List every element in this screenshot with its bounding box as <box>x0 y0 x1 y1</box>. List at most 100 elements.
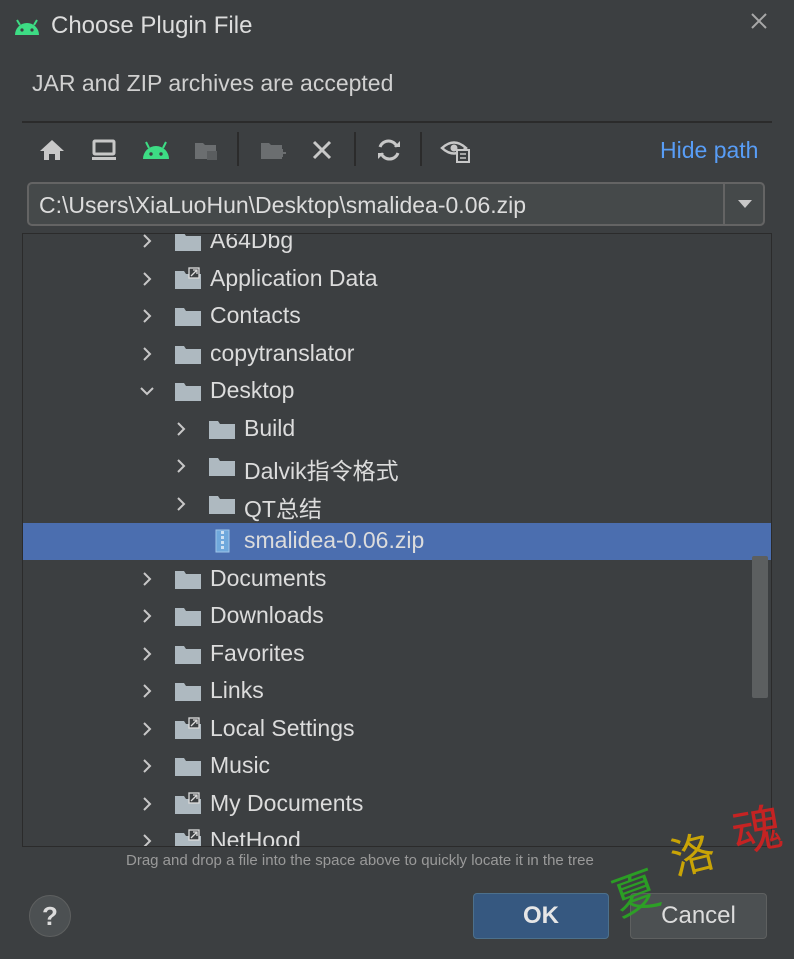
chevron-right-icon[interactable] <box>171 456 191 476</box>
home-button[interactable] <box>30 128 74 172</box>
chevron-right-icon[interactable] <box>137 719 157 739</box>
tree-row[interactable]: Music <box>23 748 771 785</box>
path-combobox <box>27 182 765 226</box>
tree-row-label: Desktop <box>210 377 295 403</box>
tree-row-label: Favorites <box>210 639 305 666</box>
chevron-right-icon[interactable] <box>137 269 157 289</box>
tree-row[interactable]: Links <box>23 673 771 710</box>
tree-row-label: smalidea-0.06.zip <box>244 527 425 553</box>
project-button[interactable] <box>134 128 178 172</box>
folder-link-icon <box>175 791 201 814</box>
desktop-button[interactable] <box>82 128 126 172</box>
help-button[interactable]: ? <box>29 895 71 937</box>
folder-icon <box>175 758 201 776</box>
chevron-right-icon[interactable] <box>137 794 157 814</box>
refresh-icon <box>378 139 400 161</box>
show-hidden-button[interactable] <box>434 128 478 172</box>
chevron-right-icon[interactable] <box>171 419 191 439</box>
folder-icon <box>175 570 201 589</box>
tree-row[interactable]: A64Dbg <box>23 233 771 260</box>
module-button[interactable] <box>184 128 228 172</box>
tree-row-label: My Documents <box>210 789 364 816</box>
desktop-icon <box>92 139 116 160</box>
folder-icon <box>175 345 201 364</box>
title-bar: Choose Plugin File <box>0 0 794 56</box>
folder-icon <box>175 308 201 326</box>
path-input[interactable] <box>39 190 719 220</box>
chevron-down-icon[interactable] <box>137 381 157 401</box>
folder-icon <box>209 458 235 476</box>
tree-row-label: QT总结 <box>244 495 322 522</box>
tree-row[interactable]: NetHood <box>23 823 771 847</box>
tree-row[interactable]: copytranslator <box>23 336 771 373</box>
tree-row[interactable]: My Documents <box>23 786 771 823</box>
chevron-right-icon[interactable] <box>171 494 191 514</box>
path-history-dropdown[interactable] <box>725 184 765 224</box>
tree-row-label: Dalvik指令格式 <box>244 458 399 484</box>
folder-link-icon <box>175 829 201 846</box>
tree-row[interactable]: Local Settings <box>23 711 771 748</box>
folder-icon <box>175 683 201 701</box>
chevron-right-icon[interactable] <box>137 831 157 847</box>
chevron-right-icon[interactable] <box>137 644 157 664</box>
file-tree[interactable]: A64Dbg Application Data Contacts copytransl… <box>22 233 772 847</box>
delete-icon <box>312 140 332 160</box>
android-icon <box>15 19 39 35</box>
chevron-right-icon[interactable] <box>137 306 157 326</box>
tree-row-label: Music <box>210 752 271 778</box>
toolbar <box>30 128 770 172</box>
header-divider <box>22 121 772 123</box>
tree-row[interactable]: Contacts <box>23 298 771 335</box>
refresh-button[interactable] <box>367 128 411 172</box>
tree-scrollbar[interactable] <box>752 556 768 698</box>
toolbar-separator <box>354 132 356 166</box>
chevron-right-icon[interactable] <box>137 681 157 701</box>
tree-row[interactable]: QT总结 <box>23 486 771 523</box>
tree-row-label: Local Settings <box>210 714 355 741</box>
android-project-icon <box>143 141 169 159</box>
folder-link-icon <box>175 266 201 289</box>
toolbar-separator <box>237 132 239 166</box>
tree-row-label: Build <box>244 414 296 441</box>
tree-row[interactable]: Documents <box>23 561 771 598</box>
folder-icon <box>209 495 235 514</box>
new-folder-button[interactable] <box>250 128 294 172</box>
hide-path-link[interactable]: Hide path <box>660 137 758 164</box>
show-hidden-files-icon <box>440 141 470 163</box>
tree-row[interactable]: Downloads <box>23 598 771 635</box>
folder-icon <box>175 234 201 251</box>
tree-row-label: A64Dbg <box>210 233 294 253</box>
folder-link-icon <box>175 716 201 739</box>
tree-row-label: Contacts <box>210 302 301 328</box>
chevron-right-icon[interactable] <box>137 606 157 626</box>
tree-row-label: Application Data <box>210 264 378 291</box>
module-folder-icon <box>195 143 217 160</box>
tree-row[interactable]: Favorites <box>23 636 771 673</box>
chevron-right-icon[interactable] <box>137 233 157 251</box>
tree-row-label: Documents <box>210 564 327 591</box>
cancel-button[interactable]: Cancel <box>630 893 767 939</box>
chevron-right-icon[interactable] <box>137 569 157 589</box>
home-icon <box>40 140 64 160</box>
tree-row[interactable]: Application Data <box>23 261 771 298</box>
close-icon[interactable] <box>746 8 772 34</box>
chevron-right-icon[interactable] <box>137 344 157 364</box>
zip-archive-icon <box>215 529 230 553</box>
folder-icon <box>175 383 201 401</box>
delete-button[interactable] <box>300 128 344 172</box>
tree-row-label: NetHood <box>210 827 301 847</box>
toolbar-separator <box>420 132 422 166</box>
ok-button[interactable]: OK <box>473 893 609 939</box>
drag-drop-hint: Drag and drop a file into the space abov… <box>126 852 594 869</box>
dialog-subtitle: JAR and ZIP archives are accepted <box>32 70 394 96</box>
chevron-right-icon[interactable] <box>137 756 157 776</box>
tree-row[interactable]: Build <box>23 411 771 448</box>
tree-row[interactable]: Dalvik指令格式 <box>23 448 771 485</box>
chevron-down-icon <box>738 200 752 208</box>
tree-row-label: Links <box>210 677 264 703</box>
dialog-title: Choose Plugin File <box>51 12 253 39</box>
new-folder-icon <box>261 143 286 159</box>
tree-row-label: copytranslator <box>210 339 355 366</box>
tree-row[interactable]: smalidea-0.06.zip <box>23 523 771 560</box>
tree-row[interactable]: Desktop <box>23 373 771 410</box>
